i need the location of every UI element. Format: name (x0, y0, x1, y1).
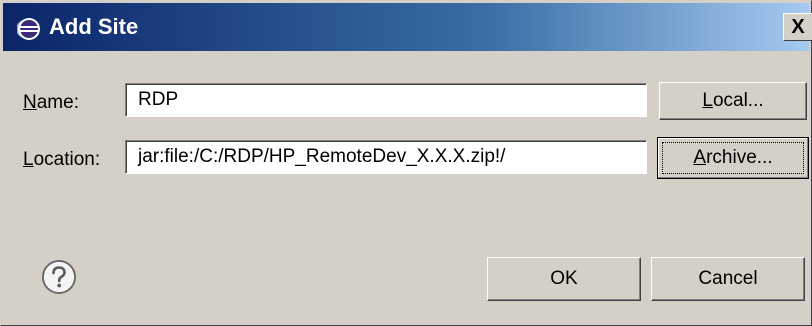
window-title: Add Site (49, 14, 139, 39)
location-label-text: ocation: (33, 149, 101, 170)
help-icon[interactable] (41, 259, 77, 295)
ok-button[interactable]: OK (487, 257, 641, 301)
archive-button-label: rchive... (706, 147, 773, 168)
local-button-label: ocal... (712, 90, 764, 111)
location-label: Location: (23, 149, 100, 171)
name-label: Name: (23, 92, 79, 114)
eclipse-icon (17, 18, 40, 40)
location-label-mnemonic: L (23, 149, 34, 170)
close-button[interactable]: X (783, 13, 812, 41)
archive-button-mnemonic: A (693, 147, 707, 168)
cancel-button-label: Cancel (698, 268, 758, 289)
archive-button[interactable]: Archive... (657, 137, 809, 179)
add-site-dialog: Add Site X Name: RDP Local... Location: … (0, 0, 812, 326)
title-bar[interactable]: Add Site (3, 3, 809, 51)
close-icon: X (791, 16, 805, 38)
location-input[interactable]: jar:file:/C:/RDP/HP_RemoteDev_X.X.X.zip!… (125, 140, 647, 174)
name-label-mnemonic: N (23, 92, 37, 113)
local-button-mnemonic: L (702, 90, 713, 111)
name-label-text: ame: (36, 92, 79, 113)
local-button[interactable]: Local... (659, 82, 807, 120)
name-input[interactable]: RDP (125, 83, 647, 117)
ok-button-label: OK (550, 268, 578, 289)
cancel-button[interactable]: Cancel (651, 257, 805, 301)
